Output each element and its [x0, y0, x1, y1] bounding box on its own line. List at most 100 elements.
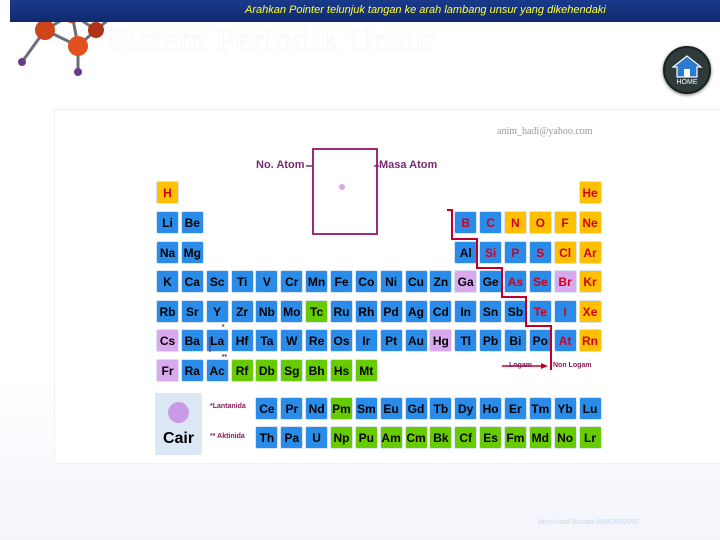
element-xe[interactable]: Xe [578, 300, 602, 323]
element-db[interactable]: Db [255, 359, 279, 382]
element-ar[interactable]: Ar [578, 241, 602, 264]
element-gd[interactable]: Gd [404, 397, 428, 420]
element-bk[interactable]: Bk [429, 426, 453, 449]
element-o[interactable]: O [528, 211, 552, 234]
element-ag[interactable]: Ag [404, 300, 428, 323]
element-sn[interactable]: Sn [479, 300, 503, 323]
element-c[interactable]: C [479, 211, 503, 234]
element-li[interactable]: Li [156, 211, 179, 234]
element-os[interactable]: Os [330, 329, 353, 352]
element-ni[interactable]: Ni [379, 270, 403, 293]
element-v[interactable]: V [255, 270, 279, 293]
element-pb[interactable]: Pb [479, 329, 503, 352]
element-sc[interactable]: Sc [205, 270, 229, 293]
element-pr[interactable]: Pr [280, 397, 304, 420]
element-kr[interactable]: Kr [578, 270, 602, 293]
element-cl[interactable]: Cl [553, 241, 577, 264]
element-er[interactable]: Er [503, 397, 527, 420]
element-ba[interactable]: Ba [180, 329, 204, 352]
element-la[interactable]: La [205, 329, 229, 352]
element-f[interactable]: F [553, 211, 577, 234]
element-sr[interactable]: Sr [180, 300, 204, 323]
element-br[interactable]: Br [553, 270, 577, 293]
element-dy[interactable]: Dy [454, 397, 478, 420]
element-u[interactable]: U [305, 426, 329, 449]
element-au[interactable]: Au [404, 329, 428, 352]
element-pm[interactable]: Pm [330, 397, 353, 420]
element-nb[interactable]: Nb [255, 300, 279, 323]
element-ne[interactable]: Ne [578, 211, 602, 234]
element-i[interactable]: I [553, 300, 577, 323]
element-in[interactable]: In [454, 300, 478, 323]
element-si[interactable]: Si [479, 241, 503, 264]
element-hf[interactable]: Hf [230, 329, 254, 352]
element-se[interactable]: Se [528, 270, 552, 293]
element-tm[interactable]: Tm [528, 397, 552, 420]
element-co[interactable]: Co [354, 270, 378, 293]
element-bh[interactable]: Bh [305, 359, 329, 382]
element-ho[interactable]: Ho [479, 397, 503, 420]
element-hg[interactable]: Hg [429, 329, 453, 352]
element-te[interactable]: Te [528, 300, 552, 323]
element-na[interactable]: Na [156, 241, 179, 264]
element-b[interactable]: B [454, 211, 478, 234]
element-ti[interactable]: Ti [230, 270, 254, 293]
element-am[interactable]: Am [379, 426, 403, 449]
element-sg[interactable]: Sg [280, 359, 304, 382]
element-s[interactable]: S [528, 241, 552, 264]
element-zn[interactable]: Zn [429, 270, 453, 293]
element-ta[interactable]: Ta [255, 329, 279, 352]
element-ac[interactable]: Ac [205, 359, 229, 382]
element-cs[interactable]: Cs [156, 329, 179, 352]
element-cu[interactable]: Cu [404, 270, 428, 293]
element-po[interactable]: Po [528, 329, 552, 352]
element-n[interactable]: N [503, 211, 527, 234]
element-cf[interactable]: Cf [454, 426, 478, 449]
element-sb[interactable]: Sb [503, 300, 527, 323]
element-lu[interactable]: Lu [578, 397, 602, 420]
element-rn[interactable]: Rn [578, 329, 602, 352]
element-md[interactable]: Md [528, 426, 552, 449]
element-tb[interactable]: Tb [429, 397, 453, 420]
element-ca[interactable]: Ca [180, 270, 204, 293]
element-cm[interactable]: Cm [404, 426, 428, 449]
element-hs[interactable]: Hs [330, 359, 353, 382]
element-es[interactable]: Es [479, 426, 503, 449]
element-pa[interactable]: Pa [280, 426, 304, 449]
element-p[interactable]: P [503, 241, 527, 264]
element-no[interactable]: No [553, 426, 577, 449]
element-tc[interactable]: Tc [305, 300, 329, 323]
element-yb[interactable]: Yb [553, 397, 577, 420]
element-cd[interactable]: Cd [429, 300, 453, 323]
element-as[interactable]: As [503, 270, 527, 293]
element-fm[interactable]: Fm [503, 426, 527, 449]
element-nd[interactable]: Nd [305, 397, 329, 420]
element-rb[interactable]: Rb [156, 300, 179, 323]
element-fr[interactable]: Fr [156, 359, 179, 382]
element-rf[interactable]: Rf [230, 359, 254, 382]
element-k[interactable]: K [156, 270, 179, 293]
home-button[interactable]: HOME [663, 46, 711, 94]
element-be[interactable]: Be [180, 211, 204, 234]
element-ir[interactable]: Ir [354, 329, 378, 352]
element-at[interactable]: At [553, 329, 577, 352]
element-pu[interactable]: Pu [354, 426, 378, 449]
element-zr[interactable]: Zr [230, 300, 254, 323]
element-eu[interactable]: Eu [379, 397, 403, 420]
element-pd[interactable]: Pd [379, 300, 403, 323]
element-bi[interactable]: Bi [503, 329, 527, 352]
element-mt[interactable]: Mt [354, 359, 378, 382]
element-mn[interactable]: Mn [305, 270, 329, 293]
element-he[interactable]: He [578, 181, 602, 204]
element-tl[interactable]: Tl [454, 329, 478, 352]
element-re[interactable]: Re [305, 329, 329, 352]
element-cr[interactable]: Cr [280, 270, 304, 293]
element-mg[interactable]: Mg [180, 241, 204, 264]
element-lr[interactable]: Lr [578, 426, 602, 449]
element-y[interactable]: Y [205, 300, 229, 323]
element-np[interactable]: Np [330, 426, 353, 449]
element-ga[interactable]: Ga [454, 270, 478, 293]
element-ra[interactable]: Ra [180, 359, 204, 382]
element-mo[interactable]: Mo [280, 300, 304, 323]
element-fe[interactable]: Fe [330, 270, 353, 293]
